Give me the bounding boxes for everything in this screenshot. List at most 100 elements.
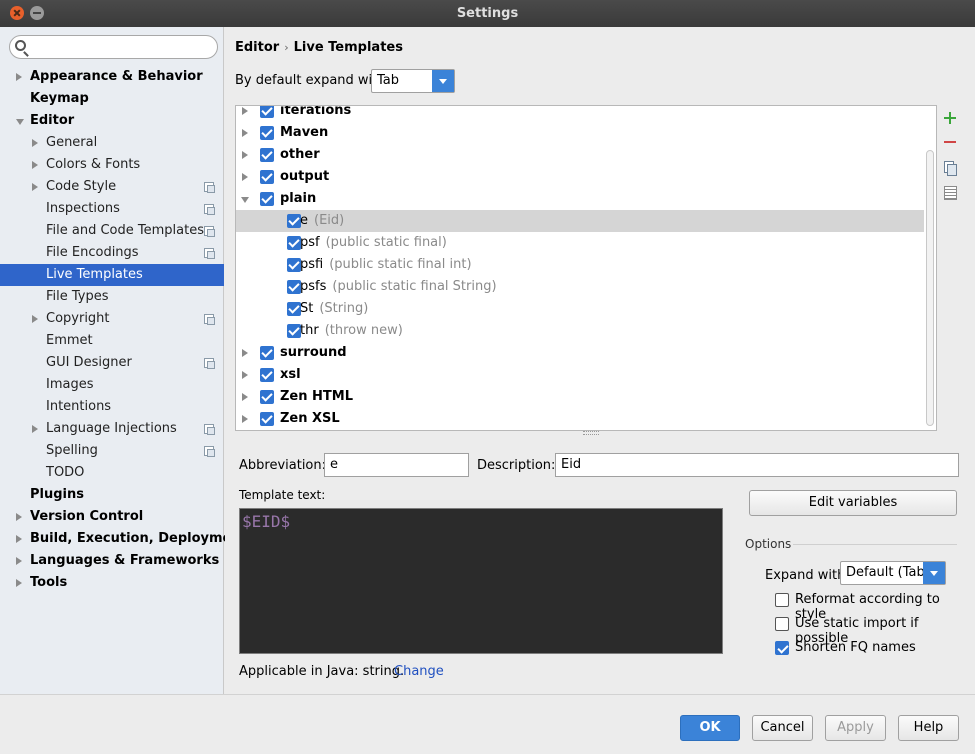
sidebar-item-file-and-code-templates[interactable]: File and Code Templates bbox=[0, 220, 224, 242]
template-group-row[interactable]: plain bbox=[236, 188, 924, 210]
sidebar-item-editor[interactable]: Editor bbox=[0, 110, 224, 132]
template-checkbox[interactable] bbox=[260, 368, 274, 382]
ok-button[interactable]: OK bbox=[680, 715, 740, 741]
splitter-handle[interactable] bbox=[583, 431, 599, 435]
template-group-row[interactable]: iterations bbox=[236, 106, 924, 122]
template-checkbox[interactable] bbox=[287, 280, 301, 294]
template-text-editor[interactable]: $EID$ bbox=[239, 508, 723, 654]
template-row[interactable]: e (Eid) bbox=[236, 210, 924, 232]
chevron-right-icon[interactable] bbox=[32, 183, 38, 191]
template-row[interactable]: St (String) bbox=[236, 298, 924, 320]
chevron-right-icon[interactable] bbox=[32, 161, 38, 169]
template-checkbox[interactable] bbox=[260, 346, 274, 360]
chevron-right-icon[interactable] bbox=[242, 349, 248, 357]
template-group-row[interactable]: Zen HTML bbox=[236, 386, 924, 408]
chevron-right-icon[interactable] bbox=[242, 129, 248, 137]
shorten-fq-checkbox[interactable] bbox=[775, 641, 789, 655]
chevron-right-icon[interactable] bbox=[242, 107, 248, 115]
apply-button[interactable]: Apply bbox=[825, 715, 886, 741]
chevron-down-icon[interactable] bbox=[16, 119, 24, 125]
template-description: (throw new) bbox=[324, 323, 403, 338]
expand-with-select[interactable]: Default (Tab) bbox=[840, 561, 946, 585]
sidebar-item-spelling[interactable]: Spelling bbox=[0, 440, 224, 462]
sidebar-item-file-types[interactable]: File Types bbox=[0, 286, 224, 308]
templates-scrollbar[interactable] bbox=[926, 150, 934, 426]
template-checkbox[interactable] bbox=[287, 302, 301, 316]
template-checkbox[interactable] bbox=[260, 192, 274, 206]
sidebar-item-general[interactable]: General bbox=[0, 132, 224, 154]
sidebar-item-intentions[interactable]: Intentions bbox=[0, 396, 224, 418]
chevron-right-icon[interactable] bbox=[32, 139, 38, 147]
template-group-row[interactable]: Maven bbox=[236, 122, 924, 144]
sidebar-item-keymap[interactable]: Keymap bbox=[0, 88, 224, 110]
template-group-row[interactable]: output bbox=[236, 166, 924, 188]
sidebar-item-languages-frameworks[interactable]: Languages & Frameworks bbox=[0, 550, 224, 572]
chevron-right-icon[interactable] bbox=[242, 371, 248, 379]
template-checkbox[interactable] bbox=[287, 324, 301, 338]
template-row[interactable]: thr (throw new) bbox=[236, 320, 924, 342]
settings-search[interactable] bbox=[9, 35, 218, 59]
search-input[interactable] bbox=[32, 38, 212, 56]
chevron-right-icon[interactable] bbox=[32, 425, 38, 433]
chevron-right-icon[interactable] bbox=[242, 151, 248, 159]
template-checkbox[interactable] bbox=[260, 148, 274, 162]
sidebar-item-images[interactable]: Images bbox=[0, 374, 224, 396]
restore-defaults-icon[interactable] bbox=[943, 185, 957, 200]
sidebar-item-colors-fonts[interactable]: Colors & Fonts bbox=[0, 154, 224, 176]
template-checkbox[interactable] bbox=[287, 236, 301, 250]
template-row[interactable]: psf (public static final) bbox=[236, 232, 924, 254]
chevron-right-icon[interactable] bbox=[16, 73, 22, 81]
change-context-link[interactable]: Change bbox=[394, 664, 444, 679]
chevron-right-icon[interactable] bbox=[16, 513, 22, 521]
edit-variables-button[interactable]: Edit variables bbox=[749, 490, 957, 516]
sidebar-item-tools[interactable]: Tools bbox=[0, 572, 224, 594]
sidebar-item-emmet[interactable]: Emmet bbox=[0, 330, 224, 352]
default-expand-select[interactable]: Tab bbox=[371, 69, 455, 93]
template-group-row[interactable]: Zen XSL bbox=[236, 408, 924, 430]
template-checkbox[interactable] bbox=[260, 390, 274, 404]
template-checkbox[interactable] bbox=[287, 214, 301, 228]
sidebar-item-copyright[interactable]: Copyright bbox=[0, 308, 224, 330]
chevron-down-icon bbox=[923, 562, 945, 584]
template-group-row[interactable]: xsl bbox=[236, 364, 924, 386]
templates-tree[interactable]: iterations Maven other output plain e (Eid) psf… bbox=[235, 105, 937, 431]
sidebar-item-todo[interactable]: TODO bbox=[0, 462, 224, 484]
template-checkbox[interactable] bbox=[260, 412, 274, 426]
chevron-right-icon[interactable] bbox=[16, 579, 22, 587]
chevron-right-icon[interactable] bbox=[242, 393, 248, 401]
abbreviation-field[interactable]: e bbox=[324, 453, 469, 477]
sidebar-item-plugins[interactable]: Plugins bbox=[0, 484, 224, 506]
template-row[interactable]: psfs (public static final String) bbox=[236, 276, 924, 298]
sidebar-item-file-encodings[interactable]: File Encodings bbox=[0, 242, 224, 264]
template-checkbox[interactable] bbox=[260, 106, 274, 118]
add-icon[interactable] bbox=[943, 111, 957, 125]
remove-icon[interactable] bbox=[943, 135, 957, 149]
sidebar-item-appearance-behavior[interactable]: Appearance & Behavior bbox=[0, 66, 224, 88]
static-import-checkbox[interactable] bbox=[775, 617, 789, 631]
chevron-right-icon[interactable] bbox=[32, 315, 38, 323]
chevron-right-icon[interactable] bbox=[242, 415, 248, 423]
sidebar-item-inspections[interactable]: Inspections bbox=[0, 198, 224, 220]
template-row[interactable]: psfi (public static final int) bbox=[236, 254, 924, 276]
sidebar-item-live-templates[interactable]: Live Templates bbox=[0, 264, 224, 286]
chevron-right-icon[interactable] bbox=[16, 557, 22, 565]
sidebar-item-gui-designer[interactable]: GUI Designer bbox=[0, 352, 224, 374]
reformat-checkbox[interactable] bbox=[775, 593, 789, 607]
help-button[interactable]: Help bbox=[898, 715, 959, 741]
template-checkbox[interactable] bbox=[260, 126, 274, 140]
sidebar-item-version-control[interactable]: Version Control bbox=[0, 506, 224, 528]
applicable-context-text: Applicable in Java: string. bbox=[239, 664, 405, 679]
sidebar-item-code-style[interactable]: Code Style bbox=[0, 176, 224, 198]
sidebar-item-build-execution-deployment[interactable]: Build, Execution, Deployment bbox=[0, 528, 247, 550]
template-group-row[interactable]: surround bbox=[236, 342, 924, 364]
cancel-button[interactable]: Cancel bbox=[752, 715, 813, 741]
sidebar-item-language-injections[interactable]: Language Injections bbox=[0, 418, 224, 440]
chevron-right-icon[interactable] bbox=[242, 173, 248, 181]
chevron-right-icon[interactable] bbox=[16, 535, 22, 543]
copy-icon[interactable] bbox=[943, 161, 957, 176]
template-group-row[interactable]: other bbox=[236, 144, 924, 166]
template-checkbox[interactable] bbox=[260, 170, 274, 184]
template-checkbox[interactable] bbox=[287, 258, 301, 272]
description-field[interactable]: Eid bbox=[555, 453, 959, 477]
chevron-down-icon[interactable] bbox=[241, 197, 249, 203]
